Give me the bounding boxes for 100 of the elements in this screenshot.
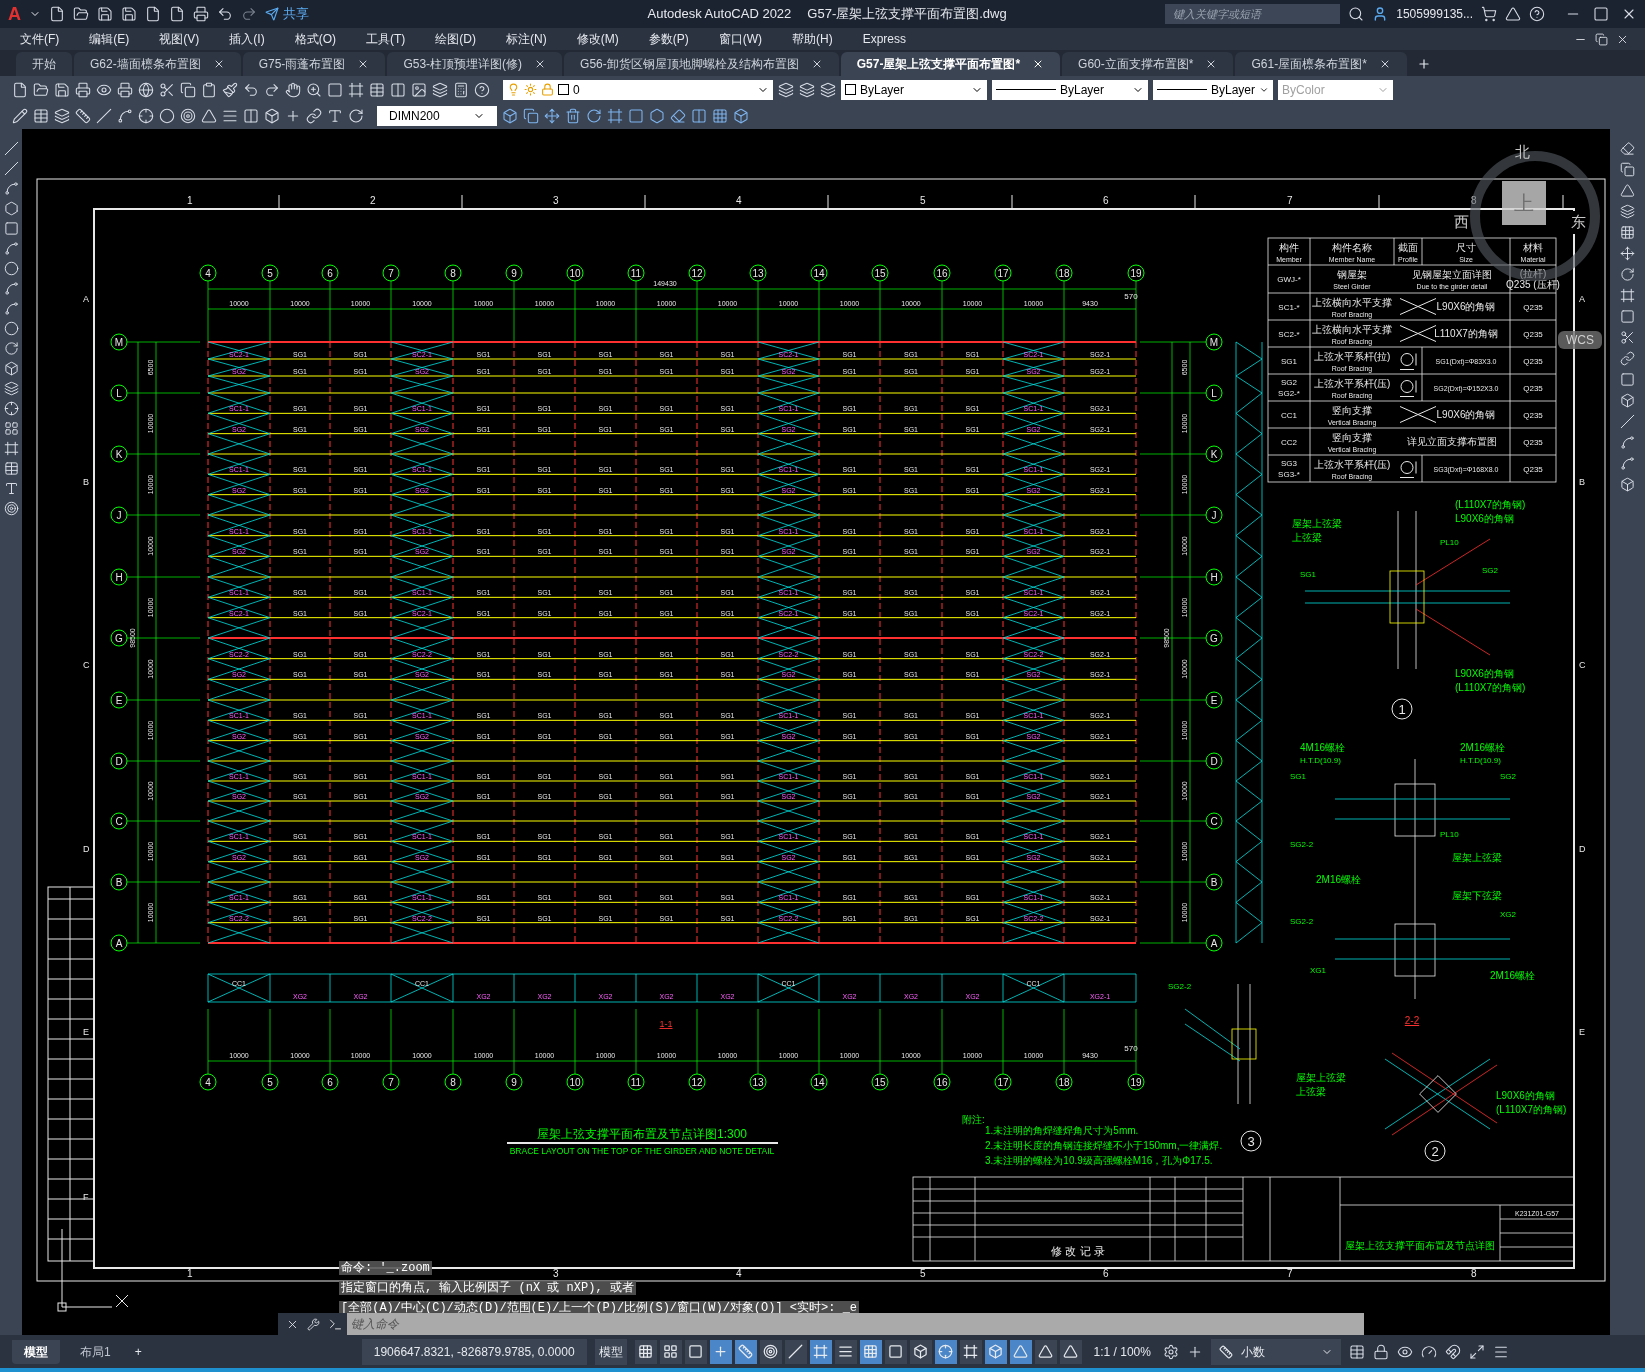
grid-bubble: D (110, 752, 128, 770)
note-text: 3.未注明的螺栓为10.9级高强螺栓M16，孔为Φ17.5. (985, 1155, 1213, 1166)
legend-member: SG2-* (1278, 389, 1300, 398)
menu-item[interactable]: 文件(F) (16, 30, 64, 48)
document-tab[interactable]: G53-柱顶预埋详图(修) (387, 52, 563, 76)
menu-item[interactable]: 帮助(H) (788, 30, 837, 48)
section-label: 1-1 (659, 1019, 673, 1029)
sheet-zone-letter: D (83, 844, 90, 854)
note-text: 2.未注明长度的角钢连接焊缝不小于150mm,一律满焊. (985, 1140, 1223, 1151)
sheet-zone-letter: C (1579, 660, 1586, 670)
sheet-zone-letter: B (83, 477, 89, 487)
property-dropdown[interactable]: ByLayer (841, 79, 987, 100)
legend-member: CC1 (1281, 410, 1297, 420)
property-dropdown[interactable]: ByLayer (1153, 79, 1273, 100)
grid-bubble: 13 (749, 1073, 767, 1091)
viewcube-north[interactable]: 北 (1515, 141, 1530, 164)
dimension-style-dropdown[interactable]: DIMN200 (377, 106, 497, 126)
share-button[interactable]: 共享 (265, 4, 309, 24)
document-tab[interactable]: G61-屋面檩条布置图* (1235, 52, 1407, 76)
grid-bubble: 10 (566, 1073, 584, 1091)
document-tab[interactable]: G60-立面支撑布置图* (1062, 52, 1234, 76)
legend-member: SG2 (1281, 378, 1297, 387)
layout-tab[interactable]: 模型 (12, 1339, 60, 1364)
grid-bubble: 12 (688, 1073, 706, 1091)
document-tab[interactable]: 开始 (16, 52, 72, 76)
menu-item[interactable]: 工具(T) (362, 30, 410, 48)
legend-member: SG1 (1281, 356, 1297, 366)
detail-label: PL10 (1440, 538, 1459, 547)
layout-tab[interactable]: 布局1 (68, 1339, 123, 1364)
grid-bubble: 10 (566, 264, 584, 282)
document-tab[interactable]: G57-屋架上弦支撑平面布置图* (840, 52, 1061, 76)
menu-item[interactable]: 格式(O) (290, 30, 340, 48)
detail-label: SG2 (1500, 772, 1516, 781)
detail-label: 2M16螺栓 (1460, 742, 1505, 753)
annotation-scale[interactable]: 1:1 / 100% (1089, 1342, 1155, 1361)
document-tab[interactable]: G56-卸货区钢屋顶地脚螺栓及结构布置图 (564, 52, 839, 76)
grid-bubble: 7 (382, 264, 400, 282)
menu-item[interactable]: Express (858, 30, 910, 48)
document-tab[interactable]: G62-墙面檩条布置图 (74, 52, 241, 76)
menu-item[interactable]: 标注(N) (502, 30, 551, 48)
grid-bubble: M (1205, 333, 1223, 351)
legend-member-name: 上弦横向水平支撑 (1312, 296, 1392, 308)
property-dropdown[interactable]: ByLayer (992, 79, 1148, 100)
detail-label: 屋架下弦梁 (1452, 890, 1502, 901)
detail-label: XG2 (1500, 910, 1516, 919)
grid-bubble: C (1205, 812, 1223, 830)
grid-bubble: 4 (199, 1073, 217, 1091)
detail-label: 2M16螺栓 (1490, 970, 1535, 981)
detail-label: (L110X7的角钢) (1455, 682, 1526, 693)
menu-item[interactable]: 编辑(E) (85, 30, 134, 48)
sheet-zone-letter: B (1579, 477, 1585, 487)
grid-bubble: A (110, 934, 128, 952)
layer-dropdown[interactable]: 0 (503, 79, 773, 100)
viewcube-east[interactable]: 东 (1571, 211, 1586, 234)
app-title: Autodesk AutoCAD 2022 (647, 5, 792, 24)
grid-bubble: 13 (749, 264, 767, 282)
legend-header: 截面 (1398, 242, 1418, 253)
legend-member-name: 竖向支撑 (1332, 431, 1372, 443)
wcs-button[interactable]: WCS (1558, 331, 1602, 349)
menu-item[interactable]: 插入(I) (225, 30, 269, 48)
model-space-button[interactable]: 模型 (594, 1338, 627, 1365)
grid-bubble: 5 (261, 264, 279, 282)
search-field[interactable]: 键入关键字或短语 (1165, 4, 1341, 24)
detail-label: SG2-2 (1168, 982, 1192, 991)
detail-label: 屋架上弦梁 (1292, 518, 1342, 529)
grid-bubble: C (110, 812, 128, 830)
grid-bubble: G (1205, 629, 1223, 647)
grid-bubble: 9 (505, 1073, 523, 1091)
legend-member: SC1-* (1278, 302, 1300, 312)
user-name[interactable]: 1505999135... (1396, 5, 1473, 23)
sheet-zone-letter: E (1579, 1027, 1585, 1037)
grid-bubble: 15 (871, 264, 889, 282)
detail-label: 4M16螺栓 (1300, 742, 1345, 753)
detail-label: 上弦梁 (1292, 532, 1322, 543)
sheet-zone-number: 6 (1103, 1268, 1109, 1279)
grid-bubble: B (110, 873, 128, 891)
detail-label: 2M16螺栓 (1316, 874, 1361, 885)
sheet-zone-number: 6 (1103, 195, 1109, 206)
viewcube-west[interactable]: 西 (1454, 211, 1469, 234)
grid-bubble: 15 (871, 1073, 889, 1091)
add-layout-button[interactable]: + (130, 1342, 146, 1361)
detail-label: SG2-2 (1290, 917, 1314, 926)
menu-item[interactable]: 窗口(W) (714, 30, 766, 48)
detail-label: SG2 (1482, 566, 1498, 575)
units-dropdown[interactable]: 小数 (1210, 1338, 1341, 1365)
detail-label: SG2-2 (1290, 840, 1314, 849)
menu-item[interactable]: 绘图(D) (431, 30, 480, 48)
grid-bubble: 14 (810, 264, 828, 282)
grid-bubble: 18 (1055, 264, 1073, 282)
legend-header: 材料 (1523, 242, 1543, 253)
menu-item[interactable]: 视图(V) (155, 30, 204, 48)
grid-bubble: L (1205, 384, 1223, 402)
sheet-zone-number: 4 (736, 1268, 742, 1279)
menu-item[interactable]: 参数(P) (644, 30, 693, 48)
revision-record-label: 修 改 记 录 (1051, 1245, 1105, 1257)
detail-number-marker: 3 (1240, 1130, 1262, 1152)
sheet-zone-number: 7 (1287, 1268, 1293, 1279)
menu-item[interactable]: 修改(M) (572, 30, 623, 48)
document-tab[interactable]: G75-雨蓬布置图 (242, 52, 386, 76)
grid-bubble: K (110, 445, 128, 463)
